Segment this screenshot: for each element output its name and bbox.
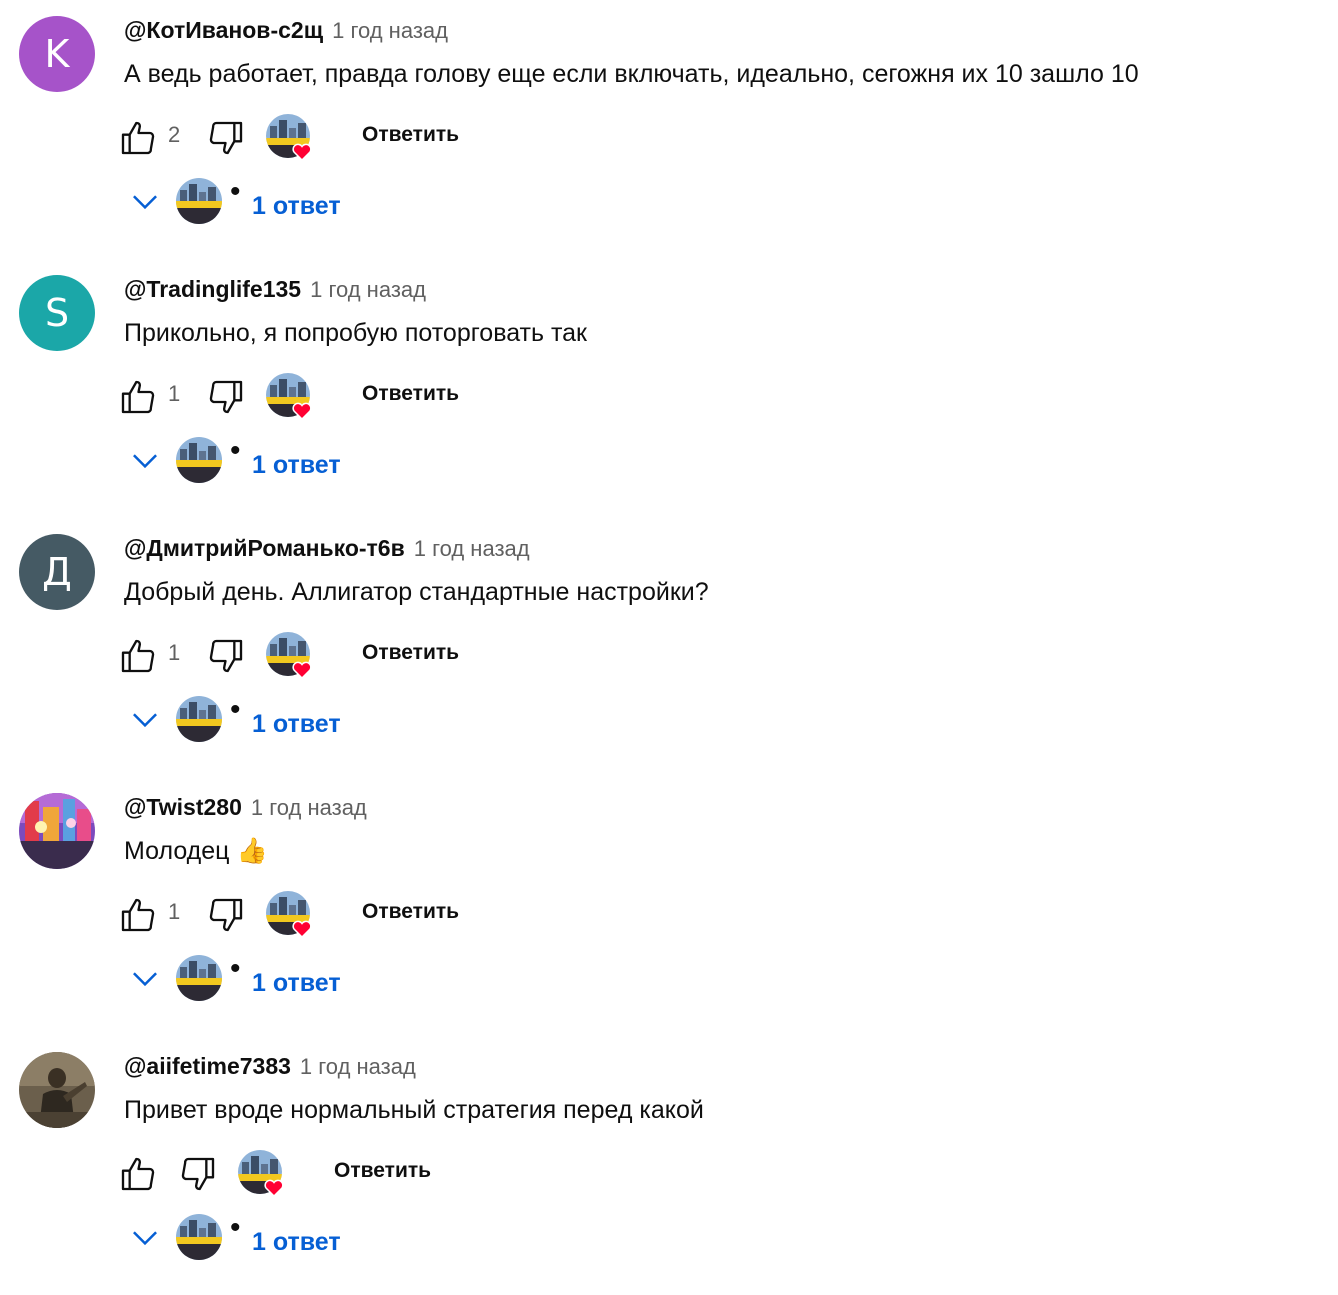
dislike-button[interactable] bbox=[206, 118, 246, 158]
thumbs-down-icon bbox=[209, 639, 243, 673]
replies-count[interactable]: 1 ответ bbox=[252, 1228, 341, 1257]
like-button[interactable] bbox=[118, 118, 158, 158]
avatar-letter: K bbox=[44, 32, 70, 76]
creator-avatar bbox=[176, 437, 222, 483]
chevron-down-icon bbox=[133, 1231, 157, 1246]
action-bar: 1 Ответить bbox=[118, 367, 578, 423]
thumbs-up-icon bbox=[121, 380, 155, 414]
comment-text: Молодец 👍 bbox=[124, 837, 268, 865]
reply-button[interactable]: Ответить bbox=[334, 1159, 431, 1183]
avatar-image bbox=[19, 1052, 95, 1128]
thumbs-up-icon bbox=[121, 1157, 155, 1191]
comment-text: А ведь работает, правда голову еще если … bbox=[124, 60, 1139, 88]
like-button[interactable] bbox=[118, 377, 158, 417]
comment-thread: Д @ДмитрийРоманько-т6в 1 год назад Добры… bbox=[0, 518, 1338, 777]
author-name[interactable]: @aiifetime7383 bbox=[124, 1053, 291, 1080]
creator-heart-icon bbox=[238, 1150, 286, 1198]
action-bar: 1 Ответить bbox=[118, 626, 578, 682]
author-name[interactable]: @КотИванов-с2щ bbox=[124, 17, 323, 44]
avatar[interactable]: K bbox=[19, 16, 95, 92]
chevron-down-icon bbox=[133, 713, 157, 728]
reply-button[interactable]: Ответить bbox=[362, 382, 459, 406]
comment-header: @Tradinglife135 1 год назад bbox=[124, 276, 426, 303]
replies-count[interactable]: 1 ответ bbox=[252, 710, 341, 739]
creator-avatar bbox=[176, 178, 222, 224]
comment-header: @aiifetime7383 1 год назад bbox=[124, 1053, 416, 1080]
replies-toggle[interactable]: • 1 ответ bbox=[126, 427, 426, 487]
replies-toggle[interactable]: • 1 ответ bbox=[126, 686, 426, 746]
avatar-letter: Д bbox=[42, 550, 72, 594]
thumbs-up-icon bbox=[121, 898, 155, 932]
like-count: 1 bbox=[168, 640, 181, 665]
dislike-button[interactable] bbox=[206, 377, 246, 417]
chevron-down-icon bbox=[133, 454, 157, 469]
creator-heart-icon bbox=[266, 114, 314, 162]
chevron-down-icon bbox=[133, 195, 157, 210]
dislike-button[interactable] bbox=[206, 895, 246, 935]
like-count: 1 bbox=[168, 381, 181, 406]
replies-toggle[interactable]: • 1 ответ bbox=[126, 945, 426, 1005]
creator-heart-icon bbox=[266, 373, 314, 421]
replies-count[interactable]: 1 ответ bbox=[252, 192, 341, 221]
like-button[interactable] bbox=[118, 1154, 158, 1194]
timestamp[interactable]: 1 год назад bbox=[310, 277, 426, 303]
avatar[interactable]: S bbox=[19, 275, 95, 351]
comment-header: @КотИванов-с2щ 1 год назад bbox=[124, 17, 448, 44]
avatar[interactable] bbox=[19, 793, 95, 869]
separator-dot: • bbox=[230, 952, 241, 985]
like-button[interactable] bbox=[118, 895, 158, 935]
thumbs-up-icon bbox=[121, 639, 155, 673]
action-bar: 1 Ответить bbox=[118, 885, 578, 941]
replies-toggle[interactable]: • 1 ответ bbox=[126, 1204, 426, 1264]
creator-avatar bbox=[176, 955, 222, 1001]
creator-avatar bbox=[176, 1214, 222, 1260]
comment-header: @ДмитрийРоманько-т6в 1 год назад bbox=[124, 535, 530, 562]
reply-button[interactable]: Ответить bbox=[362, 900, 459, 924]
comment-text: Привет вроде нормальный стратегия перед … bbox=[124, 1096, 704, 1124]
avatar-letter: S bbox=[44, 291, 70, 335]
comment-text: Прикольно, я попробую поторговать так bbox=[124, 319, 587, 347]
action-bar: 2 Ответить bbox=[118, 108, 578, 164]
separator-dot: • bbox=[230, 1211, 241, 1244]
comment-thread: @aiifetime7383 1 год назад Привет вроде … bbox=[0, 1036, 1338, 1295]
creator-heart-icon bbox=[266, 891, 314, 939]
reply-button[interactable]: Ответить bbox=[362, 123, 459, 147]
timestamp[interactable]: 1 год назад bbox=[332, 18, 448, 44]
comment-thread: S @Tradinglife135 1 год назад Прикольно,… bbox=[0, 259, 1338, 518]
thumbs-down-icon bbox=[209, 898, 243, 932]
thumbs-up-icon bbox=[121, 121, 155, 155]
avatar-image bbox=[19, 793, 95, 869]
like-count: 1 bbox=[168, 899, 181, 924]
comment-thread: @Twist280 1 год назад Молодец 👍 1 Ответи… bbox=[0, 777, 1338, 1036]
creator-heart-icon bbox=[266, 632, 314, 680]
dislike-button[interactable] bbox=[206, 636, 246, 676]
author-name[interactable]: @Twist280 bbox=[124, 794, 242, 821]
avatar[interactable] bbox=[19, 1052, 95, 1128]
thumbs-down-icon bbox=[209, 121, 243, 155]
author-name[interactable]: @Tradinglife135 bbox=[124, 276, 301, 303]
comment-thread: K @КотИванов-с2щ 1 год назад А ведь рабо… bbox=[0, 0, 1338, 259]
thumbs-down-icon bbox=[209, 380, 243, 414]
separator-dot: • bbox=[230, 175, 241, 208]
timestamp[interactable]: 1 год назад bbox=[300, 1054, 416, 1080]
author-name[interactable]: @ДмитрийРоманько-т6в bbox=[124, 535, 405, 562]
dislike-button[interactable] bbox=[178, 1154, 218, 1194]
chevron-down-icon bbox=[133, 972, 157, 987]
timestamp[interactable]: 1 год назад bbox=[251, 795, 367, 821]
timestamp[interactable]: 1 год назад bbox=[414, 536, 530, 562]
replies-count[interactable]: 1 ответ bbox=[252, 969, 341, 998]
separator-dot: • bbox=[230, 434, 241, 467]
comment-header: @Twist280 1 год назад bbox=[124, 794, 367, 821]
replies-count[interactable]: 1 ответ bbox=[252, 451, 341, 480]
reply-button[interactable]: Ответить bbox=[362, 641, 459, 665]
avatar[interactable]: Д bbox=[19, 534, 95, 610]
creator-avatar bbox=[176, 696, 222, 742]
like-button[interactable] bbox=[118, 636, 158, 676]
thumbs-down-icon bbox=[181, 1157, 215, 1191]
action-bar: Ответить bbox=[118, 1144, 578, 1200]
like-count: 2 bbox=[168, 122, 181, 147]
replies-toggle[interactable]: • 1 ответ bbox=[126, 168, 426, 228]
comment-text: Добрый день. Аллигатор стандартные настр… bbox=[124, 578, 709, 606]
separator-dot: • bbox=[230, 693, 241, 726]
